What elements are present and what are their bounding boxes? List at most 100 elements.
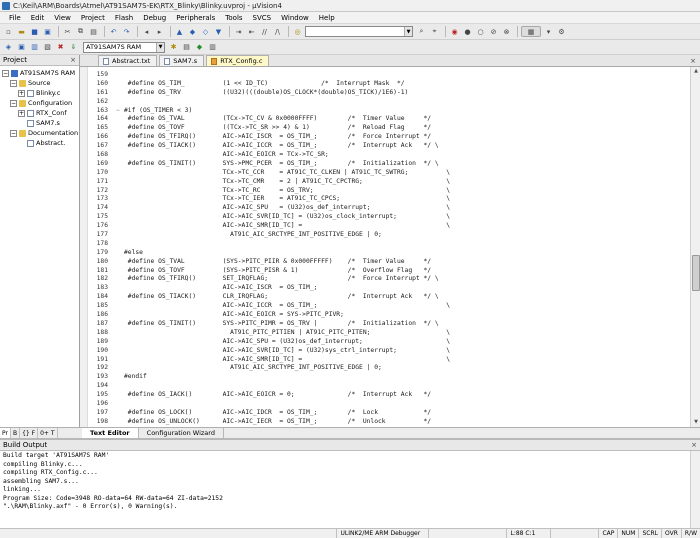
- find-combo[interactable]: ▼: [305, 26, 413, 37]
- fold-marker[interactable]: [115, 267, 121, 276]
- fold-marker[interactable]: [115, 89, 121, 98]
- expand-icon[interactable]: +: [18, 89, 25, 97]
- fold-marker[interactable]: [115, 80, 121, 89]
- fold-marker[interactable]: [115, 124, 121, 133]
- menu-debug[interactable]: Debug: [138, 12, 171, 24]
- fold-marker[interactable]: [115, 222, 121, 231]
- breakpoint-icon[interactable]: ●: [462, 26, 473, 37]
- fold-marker[interactable]: [115, 115, 121, 124]
- scrollbar-thumb[interactable]: [692, 255, 700, 291]
- collapse-icon[interactable]: −: [10, 129, 17, 137]
- scroll-down-icon[interactable]: ▼: [691, 418, 700, 427]
- download-icon[interactable]: ⇓: [68, 42, 79, 53]
- menu-project[interactable]: Project: [76, 12, 110, 24]
- breakpoint-gutter[interactable]: [80, 67, 88, 427]
- clear-bookmarks-icon[interactable]: ▼: [213, 26, 224, 37]
- fold-marker[interactable]: [115, 213, 121, 222]
- fold-marker[interactable]: [115, 249, 121, 258]
- fold-marker[interactable]: [115, 373, 121, 382]
- close-icon[interactable]: ×: [70, 56, 76, 64]
- comment-icon[interactable]: //: [259, 26, 270, 37]
- close-icon[interactable]: ×: [691, 441, 697, 449]
- navigate-back-icon[interactable]: ◂: [141, 26, 152, 37]
- stop-build-icon[interactable]: ✖: [55, 42, 66, 53]
- editor-vertical-scrollbar[interactable]: ▲ ▼: [690, 67, 700, 427]
- indent-icon[interactable]: ⇥: [233, 26, 244, 37]
- tree-node-target[interactable]: − AT91SAM7S RAM: [0, 68, 79, 78]
- fold-marker[interactable]: [115, 284, 121, 293]
- fold-marker[interactable]: [115, 98, 121, 107]
- fold-marker[interactable]: [115, 391, 121, 400]
- bookmark-icon[interactable]: ▲: [174, 26, 185, 37]
- fold-marker[interactable]: [115, 338, 121, 347]
- manage-books-icon[interactable]: ▥: [207, 42, 218, 53]
- fold-marker[interactable]: [115, 293, 121, 302]
- code-view[interactable]: 159 160 #define OS_TIM_ (1 << ID_TC) /* …: [80, 67, 690, 427]
- unindent-icon[interactable]: ⇤: [246, 26, 257, 37]
- chevron-down-icon[interactable]: ▼: [156, 42, 164, 52]
- fold-marker[interactable]: [115, 356, 121, 365]
- save-all-icon[interactable]: ▣: [42, 26, 53, 37]
- fold-marker[interactable]: [115, 160, 121, 169]
- fold-marker[interactable]: [115, 311, 121, 320]
- chevron-down-icon[interactable]: ▾: [543, 26, 554, 37]
- fold-marker[interactable]: [115, 231, 121, 240]
- menu-svcs[interactable]: SVCS: [248, 12, 277, 24]
- build-icon[interactable]: ▣: [16, 42, 27, 53]
- disable-breakpoint-icon[interactable]: ○: [475, 26, 486, 37]
- menu-peripherals[interactable]: Peripherals: [171, 12, 220, 24]
- target-options-icon[interactable]: ✱: [168, 42, 179, 53]
- rebuild-icon[interactable]: ▥: [29, 42, 40, 53]
- fold-marker[interactable]: [115, 71, 121, 80]
- fold-marker[interactable]: [115, 364, 121, 373]
- prev-bookmark-icon[interactable]: ◆: [187, 26, 198, 37]
- file-tab-sam7[interactable]: SAM7.s: [159, 55, 205, 66]
- find-in-files-icon[interactable]: ◎: [292, 26, 303, 37]
- tree-node-configuration-group[interactable]: − Configuration: [0, 98, 79, 108]
- window-layout-icon[interactable]: ▦: [521, 26, 541, 37]
- cut-icon[interactable]: ✂: [62, 26, 73, 37]
- menu-help[interactable]: Help: [314, 12, 340, 24]
- fold-marker[interactable]: [115, 142, 121, 151]
- translate-icon[interactable]: ◈: [3, 42, 14, 53]
- tab-functions[interactable]: {} F: [20, 427, 39, 439]
- fold-marker[interactable]: [115, 178, 121, 187]
- menu-file[interactable]: File: [4, 12, 26, 24]
- tab-books[interactable]: B: [11, 427, 21, 439]
- paste-icon[interactable]: ▤: [88, 26, 99, 37]
- select-device-icon[interactable]: ◆: [194, 42, 205, 53]
- chevron-down-icon[interactable]: ▼: [404, 27, 412, 36]
- tree-node-sam7-s[interactable]: SAM7.s: [0, 118, 79, 128]
- start-debug-icon[interactable]: ◉: [449, 26, 460, 37]
- menu-window[interactable]: Window: [276, 12, 314, 24]
- uncomment-icon[interactable]: /\: [272, 26, 283, 37]
- fold-marker[interactable]: [115, 240, 121, 249]
- tab-text-editor[interactable]: Text Editor: [82, 428, 139, 438]
- fold-marker[interactable]: [115, 151, 121, 160]
- find-icon[interactable]: ⌕: [416, 26, 427, 37]
- fold-marker[interactable]: [115, 409, 121, 418]
- tab-project[interactable]: Pr: [0, 427, 11, 439]
- tab-configuration-wizard[interactable]: Configuration Wizard: [139, 428, 224, 438]
- fold-marker[interactable]: [115, 302, 121, 311]
- collapse-icon[interactable]: −: [10, 79, 17, 87]
- menu-view[interactable]: View: [49, 12, 76, 24]
- fold-marker[interactable]: [115, 195, 121, 204]
- tree-node-blinky-c[interactable]: + Blinky.c: [0, 88, 79, 98]
- fold-marker[interactable]: [115, 400, 121, 409]
- batch-build-icon[interactable]: ▧: [42, 42, 53, 53]
- file-tab-rtx-config[interactable]: RTX_Config.c: [206, 55, 270, 66]
- collapse-icon[interactable]: −: [10, 99, 17, 107]
- tab-templates[interactable]: 0+ T: [38, 427, 58, 439]
- fold-marker[interactable]: [115, 187, 121, 196]
- new-file-icon[interactable]: ▫: [3, 26, 14, 37]
- build-output-scrollbar[interactable]: [690, 451, 700, 528]
- manage-components-icon[interactable]: ▤: [181, 42, 192, 53]
- tree-node-rtx-config[interactable]: + RTX_Conf: [0, 108, 79, 118]
- fold-marker[interactable]: [115, 320, 121, 329]
- menu-flash[interactable]: Flash: [110, 12, 138, 24]
- disable-all-breakpoints-icon[interactable]: ⊗: [501, 26, 512, 37]
- close-icon[interactable]: ×: [690, 57, 696, 65]
- fold-marker[interactable]: [115, 382, 121, 391]
- file-tab-abstract[interactable]: Abstract.txt: [98, 55, 158, 66]
